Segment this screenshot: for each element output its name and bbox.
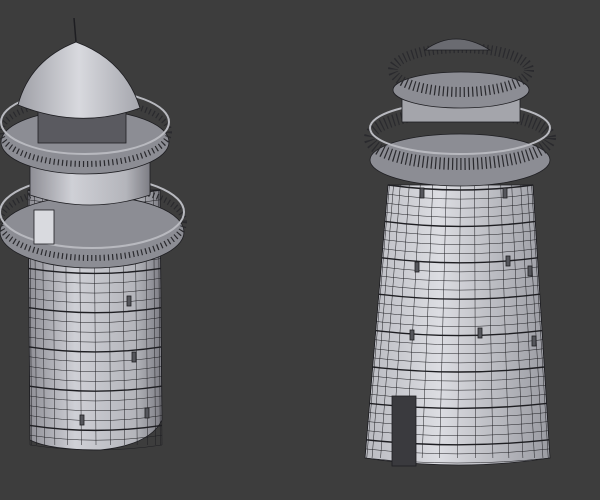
window	[126, 295, 132, 307]
window	[419, 187, 425, 199]
window	[409, 329, 415, 341]
window	[502, 187, 508, 199]
dome	[423, 38, 492, 51]
lighthouse-right	[364, 38, 556, 467]
lighthouse-left	[0, 17, 187, 451]
window	[505, 255, 511, 267]
window	[477, 327, 483, 339]
3d-viewport[interactable]	[0, 0, 600, 500]
window	[79, 414, 85, 426]
window	[144, 407, 150, 419]
window	[414, 261, 420, 273]
dome	[17, 41, 141, 119]
spire	[73, 17, 77, 43]
door	[391, 395, 417, 467]
window	[527, 265, 533, 277]
window	[531, 335, 537, 347]
window	[131, 351, 137, 363]
door	[33, 209, 55, 245]
